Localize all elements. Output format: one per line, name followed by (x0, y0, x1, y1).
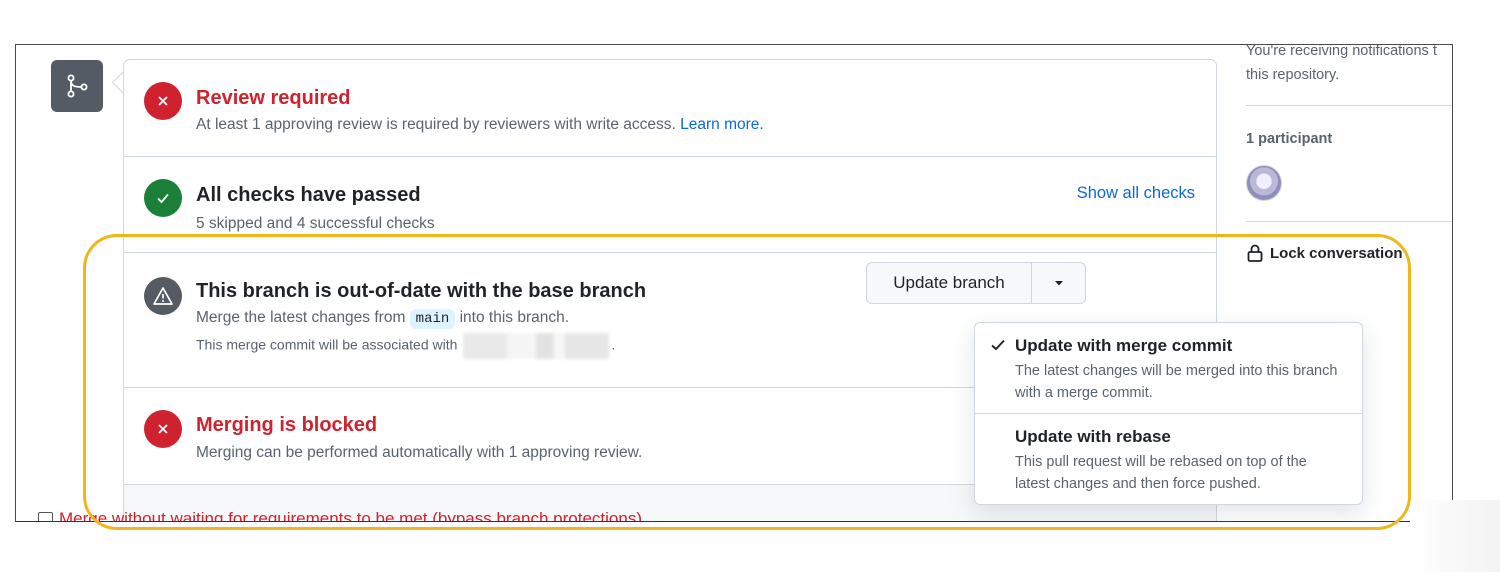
bypass-checkbox[interactable] (38, 511, 53, 521)
check-icon (991, 339, 1005, 351)
page-background-shade (1410, 500, 1500, 572)
merging-blocked-description: Merging can be performed automatically w… (196, 444, 643, 461)
out-of-date-title: This branch is out-of-date with the base… (196, 280, 647, 302)
checks-description: 5 skipped and 4 successful checks (196, 215, 435, 232)
review-required-section: Review required At least 1 approving rev… (124, 60, 1216, 157)
bypass-label: Merge without waiting for requirements t… (59, 509, 642, 522)
review-required-title: Review required (196, 87, 351, 109)
check-circle-icon (144, 179, 182, 217)
sidebar-divider (1246, 221, 1452, 222)
show-all-checks-link[interactable]: Show all checks (1077, 184, 1195, 203)
menu-item-rebase[interactable]: Update with rebase This pull request wil… (975, 414, 1362, 504)
sidebar-divider (1246, 105, 1452, 106)
page-background (0, 522, 1500, 572)
menu-item-merge-commit[interactable]: Update with merge commit The latest chan… (975, 323, 1362, 414)
redacted-email (463, 333, 610, 359)
update-branch-menu: Update with merge commit The latest chan… (974, 322, 1363, 505)
notifications-text: You're receiving notifications t this re… (1246, 44, 1437, 83)
learn-more-link[interactable]: Learn more. (680, 116, 764, 133)
menu-item-description: This pull request will be rebased on top… (1015, 454, 1307, 492)
out-of-date-description: Merge the latest changes from main into … (196, 309, 570, 329)
triangle-down-icon (1054, 281, 1063, 286)
lock-conversation-link[interactable]: Lock conversation (1246, 243, 1403, 263)
avatar[interactable] (1246, 165, 1282, 201)
participants-heading: 1 participant (1246, 131, 1333, 147)
update-options-button[interactable] (1032, 263, 1085, 303)
alert-icon (144, 277, 182, 315)
update-branch-button-group: Update branch (866, 262, 1086, 304)
review-required-description: At least 1 approving review is required … (196, 116, 764, 133)
menu-item-title: Update with rebase (1015, 427, 1171, 446)
menu-item-title: Update with merge commit (1015, 336, 1233, 355)
update-branch-button[interactable]: Update branch (867, 263, 1032, 303)
menu-item-description: The latest changes will be merged into t… (1015, 363, 1338, 401)
merge-commit-association: This merge commit will be associated wit… (196, 333, 615, 359)
base-branch-name: main (409, 309, 456, 329)
pull-request-panel: Review required At least 1 approving rev… (15, 44, 1453, 522)
x-circle-icon (144, 82, 182, 120)
checks-section: All checks have passed 5 skipped and 4 s… (124, 157, 1216, 253)
bypass-option[interactable]: Merge without waiting for requirements t… (38, 509, 642, 522)
lock-icon (1247, 244, 1263, 262)
x-circle-icon (144, 410, 182, 448)
git-merge-icon (51, 60, 103, 112)
merging-blocked-title: Merging is blocked (196, 414, 378, 436)
checks-title: All checks have passed (196, 184, 421, 206)
